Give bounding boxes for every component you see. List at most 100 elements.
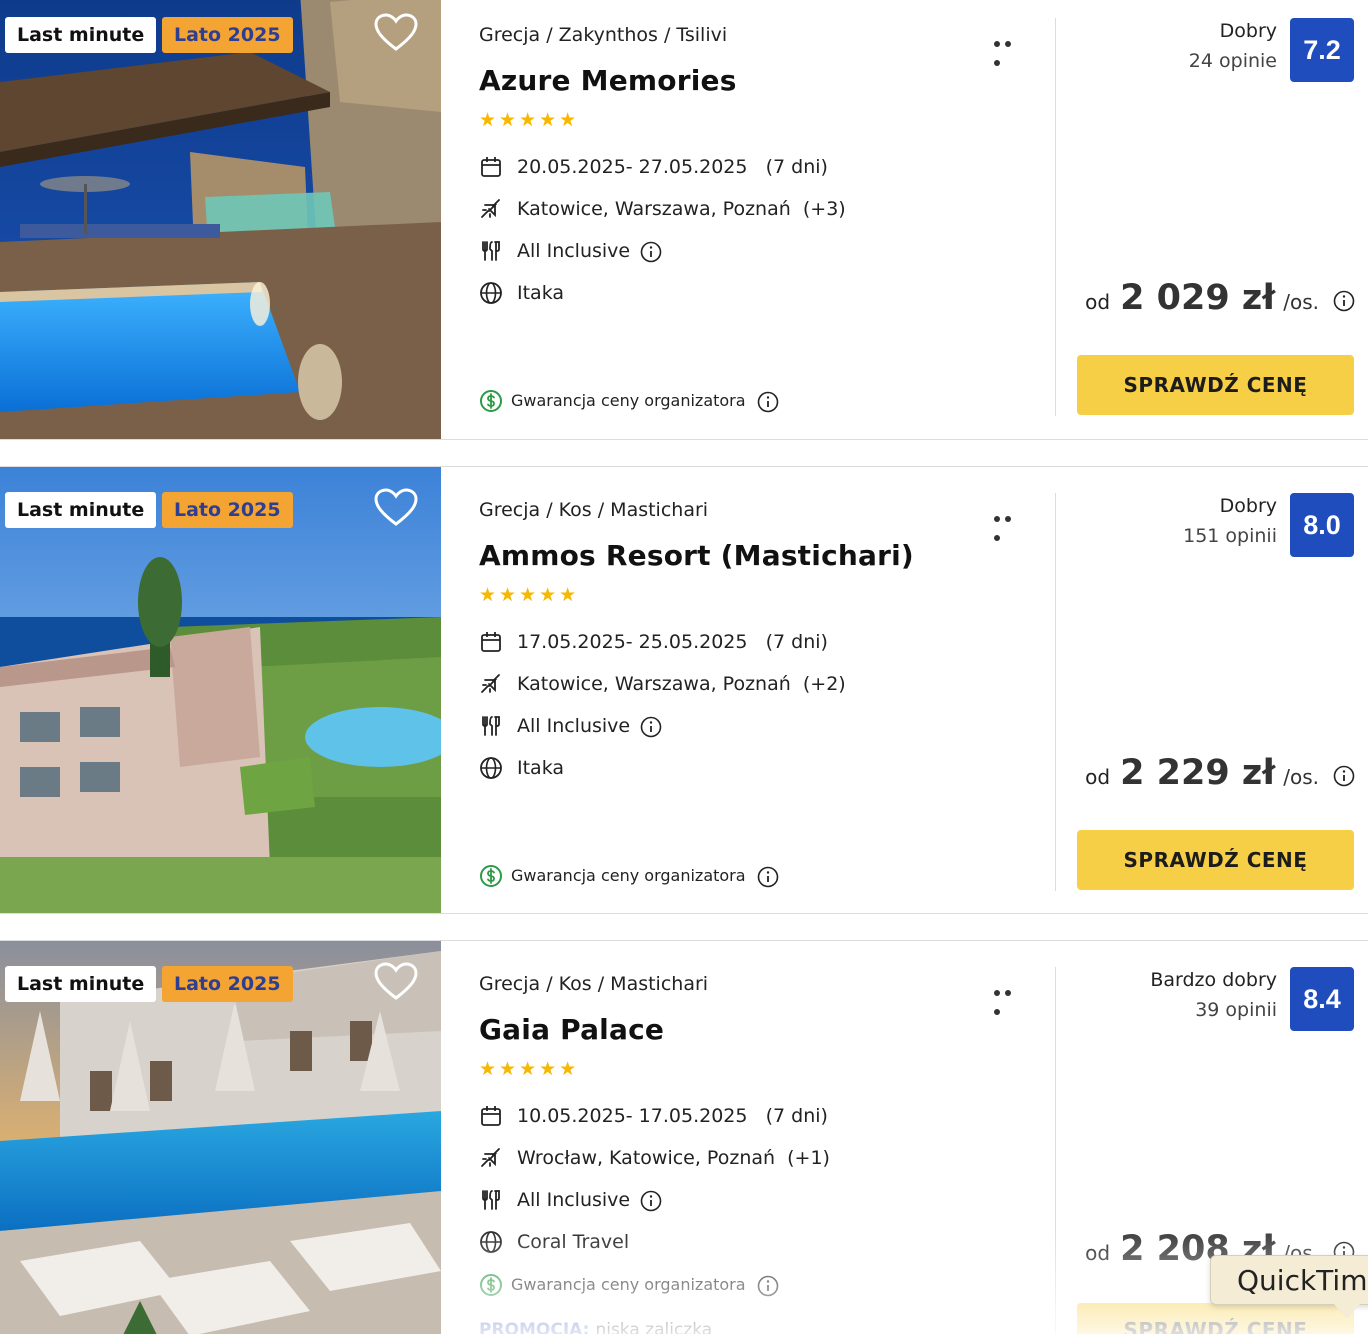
operator-text: Coral Travel	[517, 1231, 630, 1253]
operator-text: Itaka	[517, 282, 565, 304]
globe-icon	[480, 282, 502, 304]
info-icon[interactable]	[1333, 290, 1355, 312]
rating-score-badge: 7.2	[1290, 18, 1354, 82]
check-price-button[interactable]: SPRAWDŹ CENĘ	[1077, 355, 1354, 415]
offer-card[interactable]: Last minute Lato 2025 Grecja / Kos / Mas…	[0, 940, 1368, 1334]
info-icon[interactable]	[1333, 765, 1355, 787]
dollar-icon	[480, 865, 502, 887]
price-suffix: /os.	[1283, 290, 1319, 314]
promo-value: niska zaliczka	[595, 1320, 713, 1334]
price-amount: 2 029 zł	[1120, 278, 1276, 318]
last-minute-tag: Last minute	[5, 966, 157, 1002]
board-text: All Inclusive	[517, 240, 631, 262]
board-text: All Inclusive	[517, 715, 631, 737]
globe-icon	[480, 1231, 502, 1253]
season-tag: Lato 2025	[162, 17, 293, 53]
rating-score-badge: 8.4	[1290, 967, 1354, 1031]
more-icon[interactable]	[994, 32, 1026, 66]
last-minute-tag: Last minute	[5, 17, 157, 53]
promo-label[interactable]: PROMOCJA:	[479, 1320, 589, 1334]
dates-text: 20.05.2025- 27.05.2025	[517, 156, 748, 178]
tooltip-tail	[1333, 1303, 1361, 1319]
check-price-button[interactable]: SPRAWDŹ CENĘ	[1077, 1303, 1354, 1334]
info-icon[interactable]	[757, 866, 779, 888]
price-prefix: od	[1085, 765, 1111, 789]
departures-more[interactable]: (+3)	[803, 198, 846, 220]
more-icon[interactable]	[994, 981, 1026, 1015]
hotel-photo[interactable]: Last minute Lato 2025	[0, 467, 441, 913]
dollar-icon	[480, 1274, 502, 1296]
offer-info: Grecja / Zakynthos / Tsilivi Azure Memor…	[441, 0, 1055, 439]
price-prefix: od	[1085, 290, 1111, 314]
location-breadcrumb[interactable]: Grecja / Kos / Mastichari	[479, 499, 708, 521]
offer-info: Grecja / Kos / Mastichari Ammos Resort (…	[441, 467, 1055, 913]
plane-icon	[481, 674, 500, 693]
more-icon[interactable]	[994, 507, 1026, 541]
dates-text: 17.05.2025- 25.05.2025	[517, 631, 748, 653]
guarantee-text: Gwarancja ceny organizatora	[511, 866, 746, 885]
plane-icon	[481, 199, 500, 218]
hotel-stars: ★★★★★	[479, 1058, 580, 1080]
hotel-name[interactable]: Ammos Resort (Mastichari)	[479, 539, 914, 572]
plane-icon	[481, 1148, 500, 1167]
info-icon[interactable]	[640, 716, 662, 738]
divider	[1055, 493, 1056, 891]
hotel-name[interactable]: Azure Memories	[479, 64, 737, 97]
last-minute-tag: Last minute	[5, 492, 157, 528]
board-text: All Inclusive	[517, 1189, 631, 1211]
dollar-icon	[480, 390, 502, 412]
cutlery-icon	[482, 241, 500, 261]
calendar-icon	[481, 632, 501, 652]
season-tag: Lato 2025	[162, 966, 293, 1002]
divider	[1055, 967, 1056, 1334]
rating-label: Dobry	[1219, 495, 1277, 517]
departures-text: Katowice, Warszawa, Poznań	[517, 198, 791, 220]
operator-text: Itaka	[517, 757, 565, 779]
hotel-photo[interactable]: Last minute Lato 2025	[0, 0, 441, 439]
price-prefix: od	[1085, 1241, 1111, 1265]
season-tag: Lato 2025	[162, 492, 293, 528]
guarantee-text: Gwarancja ceny organizatora	[511, 391, 746, 410]
offer-card[interactable]: Last minute Lato 2025 Grecja / Kos / Mas…	[0, 466, 1368, 914]
info-icon[interactable]	[757, 391, 779, 413]
calendar-icon	[481, 1106, 501, 1126]
rating-count[interactable]: 39 opinii	[1195, 999, 1277, 1021]
check-price-button[interactable]: SPRAWDŹ CENĘ	[1077, 830, 1354, 890]
hotel-name[interactable]: Gaia Palace	[479, 1013, 664, 1046]
departures-text: Katowice, Warszawa, Poznań	[517, 673, 791, 695]
departures-more[interactable]: (+1)	[787, 1147, 830, 1169]
location-breadcrumb[interactable]: Grecja / Zakynthos / Tsilivi	[479, 24, 727, 46]
heart-icon[interactable]	[374, 488, 418, 528]
departures-text: Wrocław, Katowice, Poznań	[517, 1147, 776, 1169]
globe-icon	[480, 757, 502, 779]
price: od 2 229 zł/os.	[1085, 753, 1355, 793]
quicktime-tooltip: QuickTime	[1210, 1255, 1368, 1305]
rating-label: Bardzo dobry	[1150, 969, 1277, 991]
hotel-stars: ★★★★★	[479, 109, 580, 131]
offer-info: Grecja / Kos / Mastichari Gaia Palace ★★…	[441, 941, 1055, 1334]
hotel-photo[interactable]: Last minute Lato 2025	[0, 941, 441, 1334]
promotion: PROMOCJA: niska zaliczka	[479, 1319, 712, 1334]
info-icon[interactable]	[640, 1190, 662, 1212]
info-icon[interactable]	[640, 241, 662, 263]
price-amount: 2 229 zł	[1120, 753, 1276, 793]
divider	[1055, 18, 1056, 416]
guarantee-text: Gwarancja ceny organizatora	[511, 1275, 746, 1294]
cutlery-icon	[482, 716, 500, 736]
cutlery-icon	[482, 1190, 500, 1210]
price-suffix: /os.	[1283, 765, 1319, 789]
duration-text: (7 dni)	[765, 1105, 828, 1127]
rating-score-badge: 8.0	[1290, 493, 1354, 557]
duration-text: (7 dni)	[765, 631, 828, 653]
heart-icon[interactable]	[374, 962, 418, 1002]
dates-text: 10.05.2025- 17.05.2025	[517, 1105, 748, 1127]
offer-card[interactable]: Last minute Lato 2025 Grecja / Zakynthos…	[0, 0, 1368, 440]
rating-count[interactable]: 151 opinii	[1183, 525, 1277, 547]
info-icon[interactable]	[757, 1275, 779, 1297]
rating-count[interactable]: 24 opinie	[1189, 50, 1277, 72]
departures-more[interactable]: (+2)	[803, 673, 846, 695]
duration-text: (7 dni)	[765, 156, 828, 178]
location-breadcrumb[interactable]: Grecja / Kos / Mastichari	[479, 973, 708, 995]
heart-icon[interactable]	[374, 13, 418, 53]
rating-label: Dobry	[1219, 20, 1277, 42]
